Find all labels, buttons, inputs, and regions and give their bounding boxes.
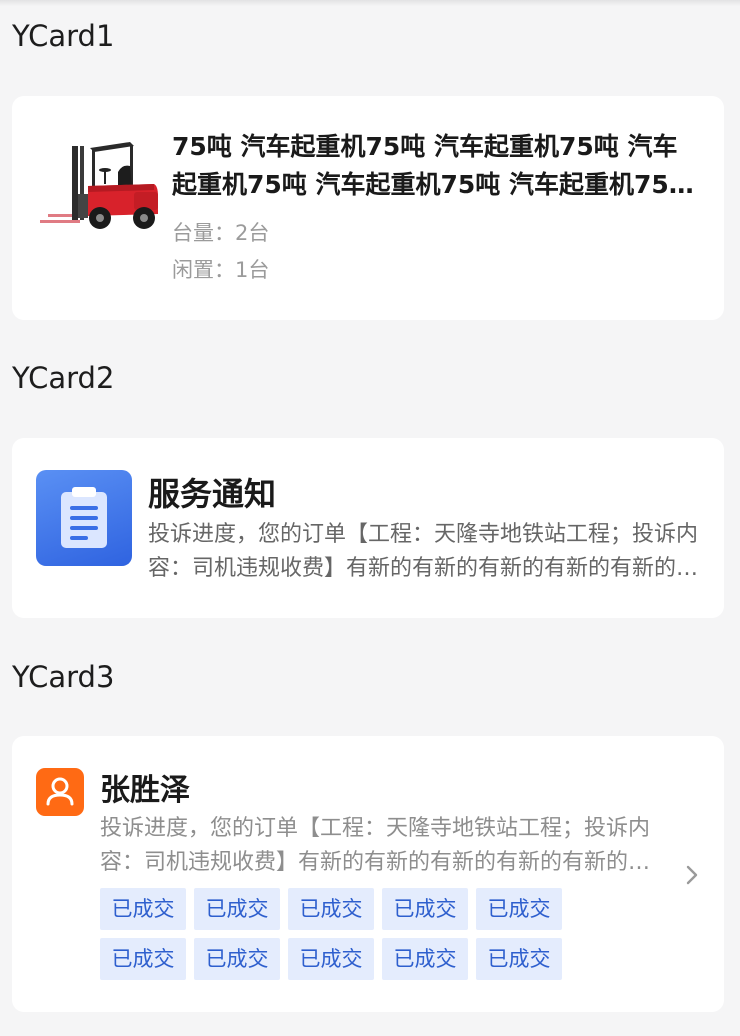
section-heading-ycard3: YCard3	[12, 660, 115, 694]
user-description: 投诉进度，您的订单【工程：天隆寺地铁站工程；投诉内容：司机违规收费】有新的有新的…	[100, 816, 651, 875]
status-tag: 已成交	[100, 888, 186, 930]
status-tag: 已成交	[288, 888, 374, 930]
equipment-idle: 闲置：1台	[172, 258, 270, 282]
user-icon	[36, 768, 84, 816]
section-heading-ycard2: YCard2	[12, 361, 115, 395]
notification-card[interactable]: 服务通知 投诉进度，您的订单【工程：天隆寺地铁站工程；投诉内容：司机违规收费】有…	[12, 438, 724, 618]
chevron-right-icon[interactable]	[682, 860, 702, 890]
status-tag: 已成交	[194, 938, 280, 980]
status-tag: 已成交	[100, 938, 186, 980]
clipboard-icon	[36, 470, 132, 566]
notification-description: 投诉进度，您的订单【工程：天隆寺地铁站工程；投诉内容：司机违规收费】有新的有新的…	[148, 522, 699, 581]
user-name: 张胜泽	[100, 773, 190, 808]
notification-title: 服务通知	[148, 475, 277, 513]
status-tag: 已成交	[288, 938, 374, 980]
equipment-card[interactable]: 75吨 汽车起重机75吨 汽车起重机75吨 汽车起重机75吨 汽车起重机75吨 …	[12, 96, 724, 320]
status-tag: 已成交	[382, 938, 468, 980]
status-tag: 已成交	[476, 888, 562, 930]
status-tag: 已成交	[382, 888, 468, 930]
section-heading-ycard1: YCard1	[12, 19, 115, 53]
status-tag: 已成交	[194, 888, 280, 930]
top-shadow	[0, 0, 740, 6]
equipment-title: 75吨 汽车起重机75吨 汽车起重机75吨 汽车起重机75吨 汽车起重机75吨 …	[172, 132, 694, 199]
equipment-quantity: 台量：2台	[172, 221, 270, 245]
status-tag: 已成交	[476, 938, 562, 980]
tag-list: 已成交 已成交 已成交 已成交 已成交 已成交 已成交 已成交 已成交 已成交	[100, 888, 580, 980]
forklift-image	[40, 142, 158, 229]
user-card[interactable]: 张胜泽 投诉进度，您的订单【工程：天隆寺地铁站工程；投诉内容：司机违规收费】有新…	[12, 736, 724, 1012]
